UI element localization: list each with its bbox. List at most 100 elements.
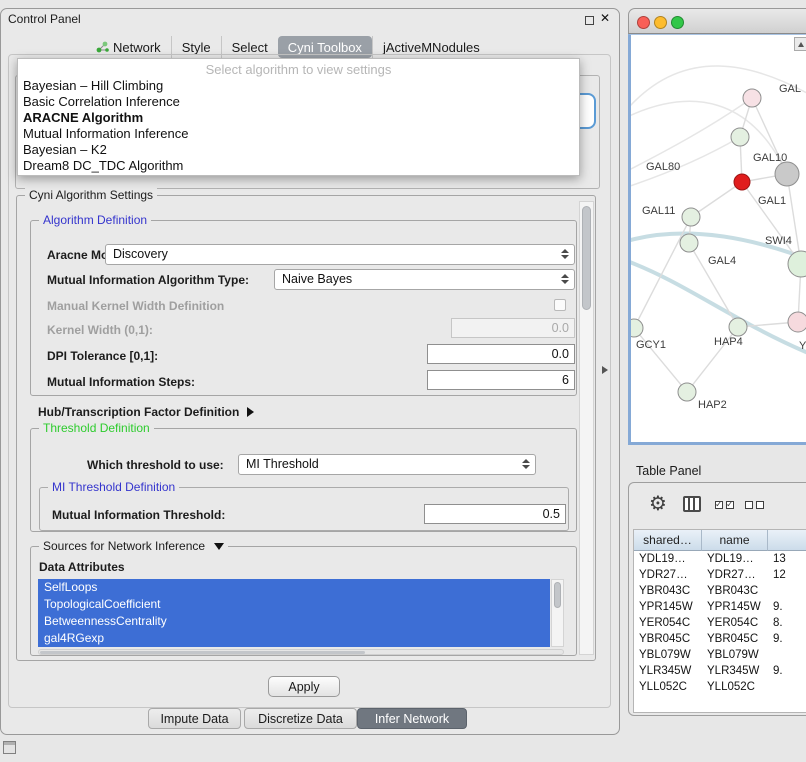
expand-right-icon <box>247 407 254 417</box>
close-traffic-light[interactable] <box>637 16 650 29</box>
table-cell: YER054C <box>634 617 702 629</box>
network-node[interactable] <box>729 318 747 336</box>
attribute-item[interactable]: SelfLoops <box>38 579 550 596</box>
algorithm-option[interactable]: ARACNE Algorithm <box>18 110 579 126</box>
threshold-definition-group: Threshold Definition Which threshold to … <box>30 428 577 532</box>
network-node[interactable] <box>682 208 700 226</box>
algorithm-option[interactable]: Basic Correlation Inference <box>18 94 579 110</box>
node-label: GAL1 <box>758 195 786 207</box>
tab-label: Style <box>182 40 211 55</box>
table-body: YDL19…YDL19…13YDR27…YDR27…12YBR043CYBR04… <box>634 551 806 695</box>
close-icon[interactable]: ✕ <box>600 11 610 25</box>
algorithm-option[interactable]: Dream8 DC_TDC Algorithm <box>18 158 579 174</box>
algorithm-dropdown-popup: Select algorithm to view settings Bayesi… <box>17 58 580 176</box>
selected-value: MI Threshold <box>246 457 319 471</box>
network-node[interactable] <box>734 174 750 190</box>
dropdown-placeholder: Select algorithm to view settings <box>18 61 579 78</box>
checked-box-icon <box>715 501 723 509</box>
attributes-hscrollbar-thumb[interactable] <box>40 651 365 654</box>
divider-arrow-icon[interactable] <box>602 366 608 374</box>
table-cell: YBR043C <box>634 585 702 597</box>
mi-steps-field[interactable]: 6 <box>427 370 575 390</box>
column-header[interactable]: name <box>702 530 768 551</box>
algorithm-option[interactable]: Bayesian – Hill Climbing <box>18 78 579 94</box>
minimize-traffic-light[interactable] <box>654 16 667 29</box>
algorithm-option[interactable]: Bayesian – K2 <box>18 142 579 158</box>
which-threshold-select[interactable]: MI Threshold <box>238 454 536 475</box>
collapse-down-icon <box>214 543 224 550</box>
minimized-window-icon[interactable] <box>3 741 16 754</box>
zoom-traffic-light[interactable] <box>671 16 684 29</box>
network-window-titlebar[interactable] <box>628 8 806 34</box>
table-cell: YPR145W <box>702 601 768 613</box>
network-icon <box>96 41 109 53</box>
attributes-scrollbar[interactable] <box>551 579 564 647</box>
network-node[interactable] <box>680 234 698 252</box>
node-label: SWI4 <box>765 235 792 247</box>
table-row[interactable]: YLL052CYLL052C <box>634 679 806 695</box>
table-row[interactable]: YLR345WYLR345W9. <box>634 663 806 679</box>
hub-definition-toggle[interactable]: Hub/Transcription Factor Definition <box>38 404 254 420</box>
data-attributes-list: SelfLoopsTopologicalCoefficientBetweenne… <box>38 579 550 647</box>
table-row[interactable]: YBR045CYBR045C9. <box>634 631 806 647</box>
mi-threshold-field[interactable]: 0.5 <box>424 504 566 524</box>
mi-algorithm-type-select[interactable]: Naive Bayes <box>274 269 575 290</box>
node-table: shared… name YDL19…YDL19…13YDR27…YDR27…1… <box>633 529 806 713</box>
manual-kernel-checkbox[interactable] <box>554 299 566 311</box>
mi-threshold-label: Mutual Information Threshold: <box>52 505 225 525</box>
unselect-all-columns-icon[interactable] <box>745 501 764 509</box>
table-cell: 12 <box>768 569 806 581</box>
attributes-scrollbar-thumb[interactable] <box>554 582 561 608</box>
hub-definition-label: Hub/Transcription Factor Definition <box>38 405 239 419</box>
table-row[interactable]: YPR145WYPR145W9. <box>634 599 806 615</box>
table-row[interactable]: YDL19…YDL19…13 <box>634 551 806 567</box>
select-all-columns-icon[interactable] <box>715 501 734 509</box>
combo-arrows-icon <box>521 459 530 469</box>
attribute-item[interactable]: BetweennessCentrality <box>38 613 550 630</box>
dpi-tolerance-field[interactable]: 0.0 <box>427 344 575 364</box>
float-window-icon[interactable] <box>585 16 594 25</box>
settings-scrollbar-thumb[interactable] <box>582 206 591 310</box>
column-header[interactable]: shared… <box>634 530 702 551</box>
dpi-tolerance-label: DPI Tolerance [0,1]: <box>47 346 158 366</box>
network-canvas[interactable]: GALGAL80GAL10GAL11GAL1SWI4GAL4GCY1HAP4HA… <box>628 34 806 445</box>
node-label: HAP4 <box>714 336 743 348</box>
attribute-item[interactable]: gal4RGexp <box>38 630 550 647</box>
gear-icon[interactable]: ⚙ <box>649 491 667 516</box>
mi-type-label: Mutual Information Algorithm Type: <box>47 270 249 290</box>
table-row[interactable]: YBL079WYBL079W <box>634 647 806 663</box>
apply-button[interactable]: Apply <box>268 676 340 697</box>
table-row[interactable]: YER054CYER054C8. <box>634 615 806 631</box>
network-node[interactable] <box>775 162 799 186</box>
table-header: shared… name <box>634 530 806 551</box>
mi-steps-label: Mutual Information Steps: <box>47 372 195 392</box>
tab-infer-network[interactable]: Infer Network <box>357 708 467 729</box>
sources-toggle[interactable]: Sources for Network Inference <box>39 539 228 553</box>
node-label: GAL <box>779 83 801 95</box>
attributes-hscrollbar[interactable] <box>38 649 564 655</box>
canvas-scroll-arrow-icon[interactable] <box>794 37 806 51</box>
table-row[interactable]: YDR27…YDR27…12 <box>634 567 806 583</box>
table-cell: YDL19… <box>634 553 702 565</box>
unchecked-box-icon <box>756 501 764 509</box>
tab-discretize-data[interactable]: Discretize Data <box>244 708 357 729</box>
attribute-item[interactable]: TopologicalCoefficient <box>38 596 550 613</box>
column-header[interactable] <box>768 530 806 551</box>
network-node[interactable] <box>788 312 806 332</box>
algorithm-dropdown-list: Bayesian – Hill ClimbingBasic Correlatio… <box>18 78 579 174</box>
tab-impute-data[interactable]: Impute Data <box>148 708 241 729</box>
network-node[interactable] <box>678 383 696 401</box>
kernel-width-field[interactable]: 0.0 <box>451 318 575 338</box>
network-svg: GALGAL80GAL10GAL11GAL1SWI4GAL4GCY1HAP4HA… <box>631 35 806 443</box>
table-row[interactable]: YBR043CYBR043C <box>634 583 806 599</box>
aracne-mode-select[interactable]: Discovery <box>105 244 575 265</box>
checked-box-icon <box>726 501 734 509</box>
node-label: GAL11 <box>642 205 675 217</box>
node-label: Y <box>799 340 806 352</box>
algorithm-option[interactable]: Mutual Information Inference <box>18 126 579 142</box>
settings-scrollbar[interactable] <box>579 201 594 655</box>
network-node[interactable] <box>731 128 749 146</box>
network-node[interactable] <box>631 319 643 337</box>
network-node[interactable] <box>743 89 761 107</box>
columns-icon[interactable] <box>683 496 701 512</box>
